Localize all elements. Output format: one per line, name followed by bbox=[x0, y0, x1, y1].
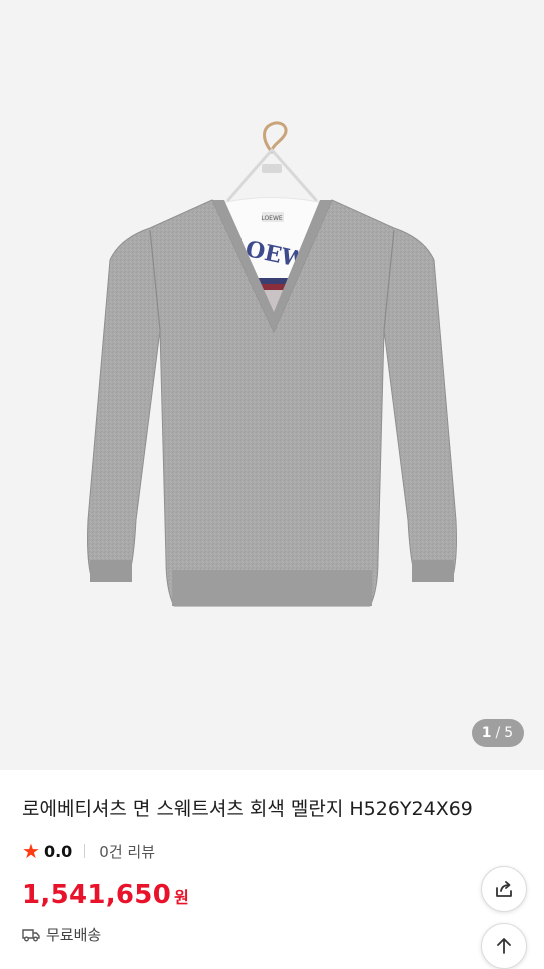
rating-row[interactable]: ★ 0.0 0건 리뷰 bbox=[22, 840, 155, 862]
share-icon bbox=[496, 881, 512, 897]
page-separator: / bbox=[495, 725, 502, 741]
price-row: 1,541,650 원 bbox=[22, 880, 189, 910]
share-button[interactable] bbox=[481, 866, 527, 912]
product-price: 1,541,650 bbox=[22, 880, 172, 910]
review-count-link[interactable]: 0건 리뷰 bbox=[99, 841, 155, 862]
arrow-up-icon bbox=[497, 938, 511, 954]
divider bbox=[84, 844, 86, 858]
price-currency: 원 bbox=[174, 888, 189, 907]
total-pages: 5 bbox=[504, 725, 515, 741]
current-page: 1 bbox=[481, 725, 493, 741]
product-image-gallery[interactable]: LOEWE LOEWE 1 / 5 bbox=[0, 0, 544, 770]
shipping-info: 무료배송 bbox=[22, 924, 101, 945]
truck-icon bbox=[22, 928, 40, 941]
image-page-indicator: 1 / 5 bbox=[472, 719, 524, 747]
shipping-label: 무료배송 bbox=[46, 926, 102, 944]
svg-text:LOEWE: LOEWE bbox=[261, 215, 283, 222]
hanger bbox=[226, 121, 318, 202]
rating-value: 0.0 bbox=[43, 841, 73, 861]
scroll-top-button[interactable] bbox=[481, 923, 527, 969]
star-icon: ★ bbox=[22, 839, 40, 863]
product-info: 로에베티셔츠 면 스웨트셔츠 회색 멜란지 H526Y24X69 ★ 0.0 0… bbox=[0, 770, 544, 960]
product-image: LOEWE LOEWE bbox=[87, 121, 457, 607]
product-title: 로에베티셔츠 면 스웨트셔츠 회색 멜란지 H526Y24X69 bbox=[22, 798, 473, 820]
